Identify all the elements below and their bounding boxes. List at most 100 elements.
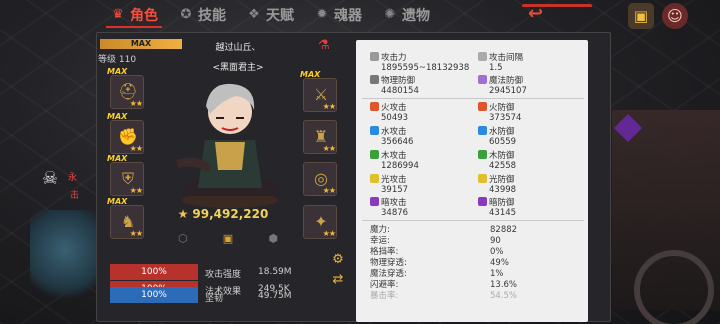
equip-slot[interactable]: MAX ⛨ ★★ <box>107 154 144 196</box>
stat-dark-atk: 暗攻击 34876 <box>370 197 408 218</box>
equip-slot[interactable]: MAX ♞ ★★ <box>107 197 144 239</box>
crown-icon: ♛ <box>112 7 124 22</box>
game-screen: ☠ 永 击 ♛ 角色 ✪ 技能 ❖ 天赋 ✹ 魂器 ✺ 遗物 ↩ ▣ ☺ MAX <box>0 0 720 324</box>
extra-label: 幸运: <box>370 236 390 246</box>
tab-character[interactable]: ♛ 角色 <box>100 0 168 30</box>
extra-label: 暴击率: <box>370 291 399 301</box>
shield-icon <box>370 75 379 84</box>
crystal-art <box>613 113 643 143</box>
upgrade-icon[interactable]: ⚙ <box>328 252 348 270</box>
mini-icon-row: ⬡ ▣ ⬢ <box>178 232 278 246</box>
tab-relics[interactable]: ✺ 遗物 <box>372 0 440 30</box>
spirit-icon: ✹ <box>316 7 328 22</box>
combat-power-value: 99,492,220 <box>192 207 269 221</box>
armor-set-icon[interactable]: ▣ <box>223 232 233 246</box>
wood-icon <box>370 150 379 159</box>
wood-shield-icon <box>478 150 487 159</box>
avatar[interactable]: ☺ <box>662 3 688 29</box>
stat-water-atk: 水攻击 356646 <box>370 126 413 147</box>
compare-icon[interactable]: ⇄ <box>328 272 348 290</box>
extra-label: 魔力: <box>370 225 390 235</box>
stat-wood-atk: 木攻击 1286994 <box>370 150 419 171</box>
extra-value: 54.5% <box>490 291 518 301</box>
extra-value: 0% <box>490 247 504 257</box>
tab-label: 遗物 <box>402 8 430 24</box>
max-tag: MAX <box>300 70 321 79</box>
attack-strength-label: 攻击强度 <box>205 270 242 280</box>
stat-interval: 攻击间隔 1.5 <box>478 52 523 73</box>
star-rating: ★★ <box>322 144 336 153</box>
tab-skills[interactable]: ✪ 技能 <box>168 0 236 30</box>
equip-slot[interactable]: MAX ✊ ★★ <box>107 112 144 154</box>
star-rating: ★★ <box>129 186 143 195</box>
equip-slot[interactable]: MAX ⚔ ★★ <box>300 70 337 112</box>
extra-value: 90 <box>490 236 501 246</box>
level-max-bar: MAX <box>100 39 182 49</box>
stat-fire-def: 火防御 373574 <box>478 102 521 123</box>
extra-value: 82882 <box>490 225 518 235</box>
light-icon <box>370 174 379 183</box>
treasure-chest-icon[interactable]: ▣ <box>628 3 654 29</box>
tab-label: 天赋 <box>266 8 294 24</box>
gear-wheel-art <box>634 250 714 324</box>
equip-slot[interactable]: ◎ ★★ <box>303 162 337 196</box>
swirl-icon: ✪ <box>180 7 192 22</box>
extra-value: 13.6% <box>490 280 518 290</box>
equip-slot[interactable]: ♜ ★★ <box>303 120 337 154</box>
wings-icon: ❖ <box>248 7 260 22</box>
hero-portrait[interactable] <box>170 70 290 210</box>
stat-light-atk: 光攻击 39157 <box>370 174 408 195</box>
tab-label: 魂器 <box>334 8 362 24</box>
stat-fire-atk: 火攻击 50493 <box>370 102 408 123</box>
max-tag: MAX <box>107 197 128 206</box>
back-arrow-icon: ↩ <box>528 3 544 24</box>
hero-level: 等级 110 <box>98 55 137 65</box>
stat-dark-def: 暗防御 43145 <box>478 197 516 218</box>
stat-mag-def: 魔法防御 2945107 <box>478 75 527 96</box>
side-label-top: 永 <box>68 173 78 183</box>
max-tag: MAX <box>107 112 128 121</box>
toughness-value: 49.75M <box>258 291 292 301</box>
attack-strength-bar: 100% <box>110 264 198 280</box>
star-rating: ★★ <box>322 102 336 111</box>
divider <box>362 98 584 99</box>
clock-icon <box>478 52 487 61</box>
back-button[interactable]: ↩ <box>522 3 592 26</box>
extra-value: 49% <box>490 258 509 268</box>
light-shield-icon <box>478 174 487 183</box>
stat-attack: 攻击力 1895595~18132938 <box>370 52 469 73</box>
tab-label: 角色 <box>130 8 158 24</box>
potion-icon[interactable]: ⚗ <box>318 38 336 60</box>
beast-character-art <box>30 210 100 310</box>
attack-strength-value: 18.59M <box>258 267 292 277</box>
sword-icon <box>370 52 379 61</box>
set-icon[interactable]: ⬢ <box>268 232 278 246</box>
relic-icon: ✺ <box>384 7 396 22</box>
star-icon: ★ <box>177 207 189 221</box>
tab-soul-artifacts[interactable]: ✹ 魂器 <box>304 0 372 30</box>
tab-label: 技能 <box>198 8 226 24</box>
machinery-art <box>612 110 720 324</box>
extra-label: 魔法穿透: <box>370 269 407 279</box>
stat-phys-def: 物理防御 4480154 <box>370 75 419 96</box>
equip-slot[interactable]: ✦ ★★ <box>303 205 337 239</box>
dark-icon <box>370 197 379 206</box>
star-rating: ★★ <box>129 99 143 108</box>
tab-talents[interactable]: ❖ 天赋 <box>236 0 304 30</box>
extra-label: 物理穿透: <box>370 258 407 268</box>
star-rating: ★★ <box>322 229 336 238</box>
extra-label: 格挡率: <box>370 247 399 257</box>
water-shield-icon <box>478 126 487 135</box>
extra-value: 1% <box>490 269 504 279</box>
fire-icon <box>370 102 379 111</box>
max-tag: MAX <box>107 154 128 163</box>
toughness-label: 坚韧 <box>205 294 224 304</box>
shield-icon[interactable]: ⬡ <box>178 232 188 246</box>
combat-power: ★ 99,492,220 <box>173 207 273 225</box>
max-tag: MAX <box>107 67 128 76</box>
toughness-bar: 100% <box>110 287 198 303</box>
magic-shield-icon <box>478 75 487 84</box>
hero-name: 越过山丘、 <box>215 43 261 53</box>
stat-water-def: 水防御 60559 <box>478 126 516 147</box>
equip-slot[interactable]: MAX ⛑ ★★ <box>107 67 144 109</box>
